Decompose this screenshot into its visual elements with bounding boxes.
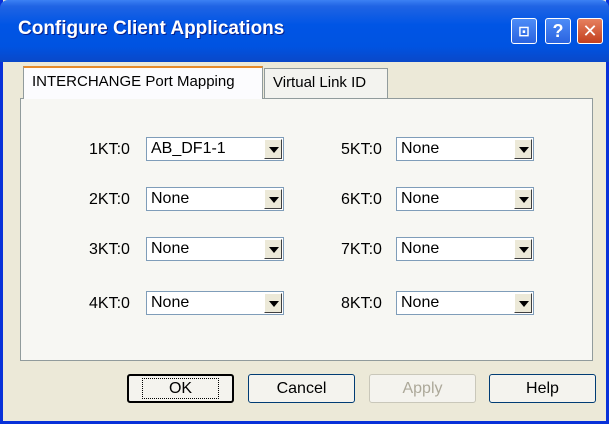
tab-virtual-link-id[interactable]: Virtual Link ID [264,68,388,98]
mapping-label-2: 2KT:0 [89,191,130,208]
mapping-select-value: None [401,140,440,157]
dialog-window: Configure Client Applications ⊡ ? ✕ INTE… [0,0,609,424]
mapping-label-1: 1KT:0 [89,141,130,158]
mapping-select-8[interactable]: None [396,291,534,315]
mapping-select-value: None [401,294,440,311]
ok-button-label: OK [141,378,220,399]
mapping-select-1[interactable]: AB_DF1-1 [146,137,284,161]
help-button[interactable]: Help [489,374,596,403]
apply-button: Apply [369,374,476,403]
mapping-select-4[interactable]: None [146,291,284,315]
context-button[interactable]: ⊡ [511,18,537,44]
chevron-down-icon[interactable] [264,189,282,209]
mapping-label-7: 7KT:0 [341,241,382,258]
tab-panel: 1KT:0 AB_DF1-1 2KT:0 None 3KT:0 None 4KT… [20,98,593,361]
mapping-select-7[interactable]: None [396,237,534,261]
mapping-label-6: 6KT:0 [341,191,382,208]
mapping-label-4: 4KT:0 [89,295,130,312]
mapping-select-value: AB_DF1-1 [151,140,226,157]
close-button[interactable]: ✕ [577,18,603,44]
mapping-select-6[interactable]: None [396,187,534,211]
chevron-down-icon[interactable] [514,139,532,159]
chevron-down-icon[interactable] [514,239,532,259]
mapping-select-value: None [151,190,190,207]
window-title: Configure Client Applications [18,18,285,39]
mapping-select-value: None [151,294,190,311]
chevron-down-icon[interactable] [264,239,282,259]
mapping-label-3: 3KT:0 [89,241,130,258]
tab-interchange-port-mapping[interactable]: INTERCHANGE Port Mapping [23,66,263,99]
mapping-select-value: None [401,190,440,207]
ok-button[interactable]: OK [127,374,234,403]
mapping-select-3[interactable]: None [146,237,284,261]
chevron-down-icon[interactable] [514,293,532,313]
chevron-down-icon[interactable] [264,293,282,313]
mapping-select-5[interactable]: None [396,137,534,161]
mapping-select-value: None [401,240,440,257]
title-bar[interactable]: Configure Client Applications ⊡ ? ✕ [0,0,609,62]
mapping-label-5: 5KT:0 [341,141,382,158]
chevron-down-icon[interactable] [264,139,282,159]
mapping-select-value: None [151,240,190,257]
cancel-button[interactable]: Cancel [248,374,355,403]
mapping-label-8: 8KT:0 [341,295,382,312]
chevron-down-icon[interactable] [514,189,532,209]
help-title-button[interactable]: ? [545,18,571,44]
mapping-select-2[interactable]: None [146,187,284,211]
